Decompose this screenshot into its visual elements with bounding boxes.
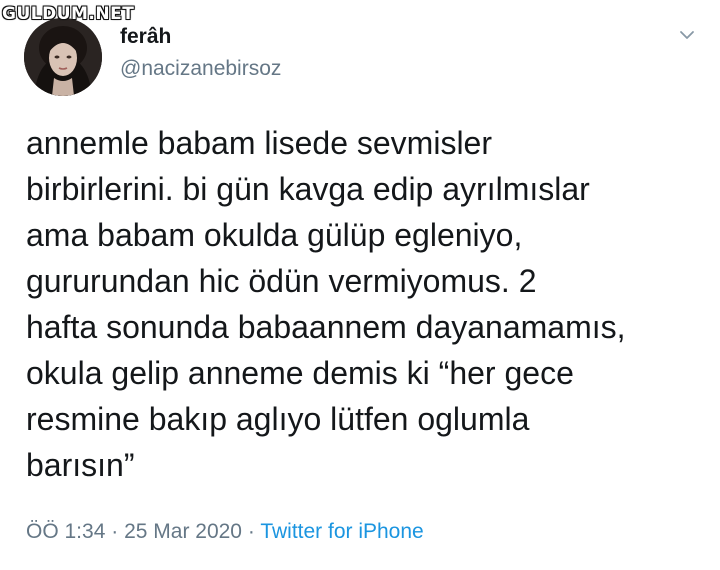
- avatar[interactable]: [24, 18, 102, 96]
- tweet-time[interactable]: ÖÖ 1:34: [26, 520, 105, 543]
- meta-separator: ·: [111, 520, 119, 543]
- tweet-text-line: birbirlerini. bi gün kavga edip ayrılmıs…: [26, 171, 590, 207]
- display-name[interactable]: ferâh: [120, 25, 171, 49]
- tweet-text-line: annemle babam lisede sevmisler: [26, 125, 492, 161]
- tweet-text-line: okula gelip anneme demis ki “her gece: [26, 355, 574, 391]
- meta-separator: ·: [247, 520, 255, 543]
- user-handle[interactable]: @nacizanebirsoz: [120, 57, 281, 81]
- tweet-text: annemle babam lisede sevmisler birbirler…: [26, 120, 706, 488]
- watermark-logo: GULDUM.NET: [2, 4, 135, 24]
- tweet-meta: ÖÖ 1:34 · 25 Mar 2020 · Twitter for iPho…: [26, 520, 424, 544]
- avatar-image: [24, 18, 102, 96]
- chevron-down-icon[interactable]: [676, 24, 698, 46]
- tweet-text-line: gururundan hic ödün vermiyomus. 2: [26, 263, 537, 299]
- tweet-text-line: hafta sonunda babaannem dayanamamıs,: [26, 309, 626, 345]
- tweet-text-line: barısın”: [26, 447, 135, 483]
- tweet-text-line: resmine bakıp aglıyo lütfen oglumla: [26, 401, 530, 437]
- tweet-date[interactable]: 25 Mar 2020: [124, 520, 242, 543]
- tweet-text-line: ama babam okulda gülüp egleniyo,: [26, 217, 523, 253]
- tweet-source-link[interactable]: Twitter for iPhone: [260, 520, 423, 543]
